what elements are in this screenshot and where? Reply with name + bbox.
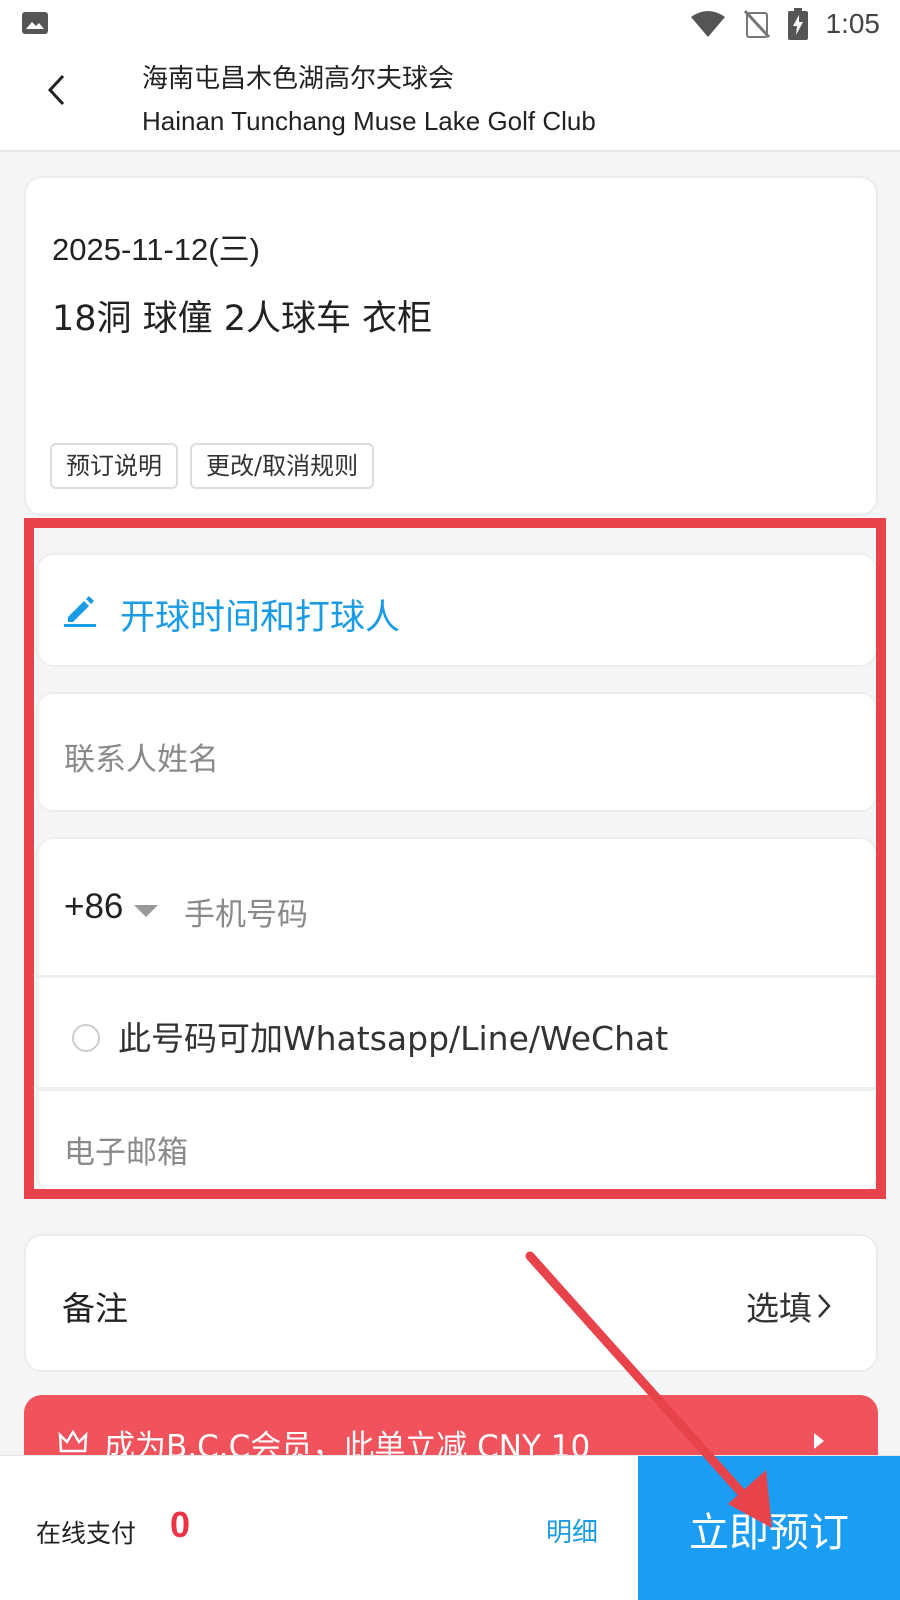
wifi-icon: [690, 11, 725, 37]
crown-icon: [58, 1429, 88, 1453]
status-icons: 1:05: [690, 6, 881, 42]
member-banner-text: 成为B.C.C会员，此单立减 CNY 10: [104, 1429, 591, 1455]
email-field[interactable]: 电子邮箱: [36, 1089, 878, 1193]
messaging-option-label: 此号码可加Whatsapp/Line/WeChat: [118, 1019, 669, 1058]
status-bar: 1:05: [0, 0, 900, 48]
remarks-label: 备注: [62, 1289, 128, 1328]
contact-name-field[interactable]: 联系人姓名: [36, 692, 878, 812]
contact-name-placeholder: 联系人姓名: [64, 742, 219, 778]
tee-time-label: 开球时间和打球人: [120, 598, 401, 638]
messaging-radio[interactable]: [72, 1024, 100, 1052]
page-header: 海南屯昌木色湖高尔夫球会 Hainan Tunchang Muse Lake G…: [0, 48, 900, 152]
status-time: 1:05: [825, 8, 881, 39]
phone-input[interactable]: 手机号码: [184, 889, 308, 934]
phone-row: +86 手机号码: [36, 837, 878, 977]
tee-time-players-row[interactable]: 开球时间和打球人: [36, 553, 878, 667]
no-signal-icon: [743, 9, 770, 39]
price-detail-link[interactable]: 明细: [546, 1512, 598, 1549]
caret-right-icon: [814, 1433, 824, 1449]
image-icon: [22, 12, 48, 34]
change-cancel-rules-button[interactable]: 更改/取消规则: [190, 443, 375, 489]
remarks-row[interactable]: 备注 选填: [24, 1234, 878, 1372]
edit-icon: [64, 596, 96, 627]
order-info-card: 2025-11-12(三) 18洞 球僮 2人球车 衣柜 预订说明 更改/取消规…: [24, 176, 878, 516]
member-banner[interactable]: 成为B.C.C会员，此单立减 CNY 10: [24, 1395, 878, 1455]
booking-notes-button[interactable]: 预订说明: [50, 443, 178, 489]
online-payment-label: 在线支付: [36, 1519, 137, 1548]
messaging-option-row: 此号码可加Whatsapp/Line/WeChat: [36, 976, 878, 1089]
payment-amount: 0: [170, 1504, 191, 1545]
order-items: 18洞 球僮 2人球车 衣柜: [52, 299, 433, 339]
remarks-optional: 选填: [746, 1289, 812, 1328]
order-date: 2025-11-12(三): [52, 232, 260, 267]
club-name-cn: 海南屯昌木色湖高尔夫球会: [142, 64, 455, 94]
club-name-en: Hainan Tunchang Muse Lake Golf Club: [142, 106, 596, 136]
country-code-select[interactable]: +86: [64, 887, 123, 927]
chevron-right-icon: [818, 1294, 831, 1318]
book-now-button[interactable]: 立即预订: [638, 1456, 900, 1600]
email-placeholder: 电子邮箱: [64, 1135, 188, 1171]
chevron-left-icon: [47, 74, 65, 106]
bottom-bar: 在线支付 0 明细 立即预订: [0, 1455, 900, 1600]
back-button[interactable]: [36, 66, 76, 114]
battery-charging-icon: [787, 8, 808, 40]
caret-down-icon[interactable]: [134, 905, 158, 917]
